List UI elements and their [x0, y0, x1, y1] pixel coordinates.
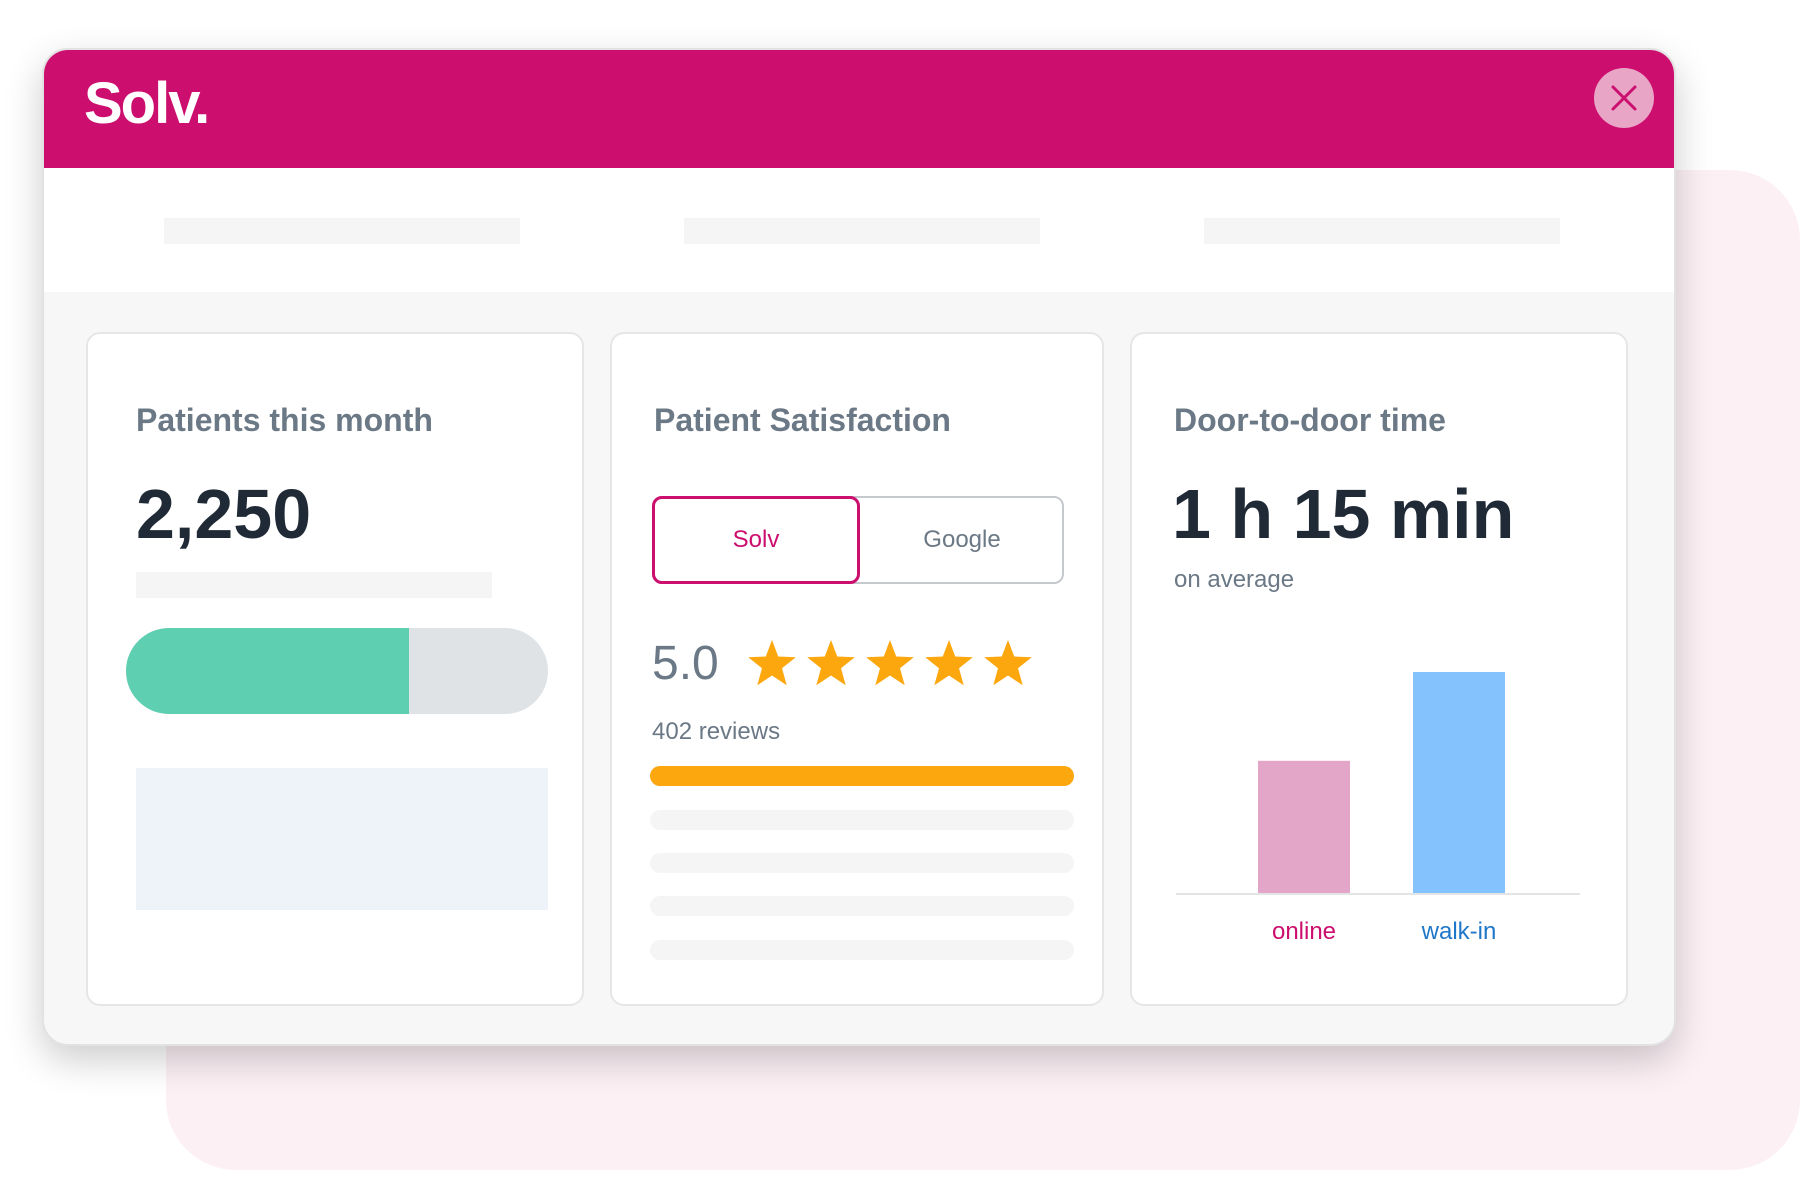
- patients-count: 2,250: [136, 475, 312, 553]
- nav-placeholder: [164, 218, 520, 244]
- door-time-chart: [1176, 672, 1580, 895]
- bar-online: [1258, 760, 1350, 894]
- tab-solv[interactable]: Solv: [652, 496, 860, 584]
- satisfaction-card: Patient Satisfaction Solv Google 5.0 402…: [610, 332, 1104, 1006]
- source-toggle: Solv Google: [652, 496, 1064, 584]
- tab-google[interactable]: Google: [860, 496, 1064, 584]
- nav-placeholder-bar: [44, 168, 1674, 292]
- star-icon: [984, 640, 1032, 686]
- star-icon: [925, 640, 973, 686]
- door-subtext: on average: [1174, 566, 1295, 593]
- star-icon: [748, 640, 796, 686]
- nav-placeholder: [684, 218, 1040, 244]
- bar-walk-in: [1413, 672, 1505, 894]
- star-rating: [748, 640, 1032, 686]
- content-placeholder: [136, 768, 548, 910]
- app-header: Solv.: [44, 50, 1674, 168]
- rating-bar-placeholder: [650, 940, 1074, 960]
- rating-bar-placeholder: [650, 853, 1074, 873]
- solv-logo: Solv.: [84, 71, 210, 136]
- rating-bar-highlight: [650, 766, 1074, 786]
- chart-label-walk-in: walk-in: [1421, 918, 1497, 945]
- patients-progress-bar: [126, 628, 548, 714]
- close-icon: [1611, 85, 1637, 111]
- patients-progress-fill: [126, 628, 409, 714]
- patients-card: Patients this month 2,250: [86, 332, 584, 1006]
- door-title: Door-to-door time: [1174, 402, 1446, 438]
- chart-label-online: online: [1271, 918, 1337, 945]
- star-icon: [807, 640, 855, 686]
- nav-placeholder: [1204, 218, 1560, 244]
- dashboard-window: Solv. Patients this month 2,250 Patient …: [42, 48, 1676, 1046]
- close-button[interactable]: [1594, 68, 1654, 128]
- rating-bar-placeholder: [650, 896, 1074, 916]
- reviews-count: 402 reviews: [652, 718, 781, 745]
- patients-title: Patients this month: [136, 402, 433, 438]
- star-icon: [866, 640, 914, 686]
- door-to-door-card: Door-to-door time 1 h 15 min on average …: [1130, 332, 1628, 1006]
- satisfaction-title: Patient Satisfaction: [654, 402, 951, 438]
- text-placeholder: [136, 572, 492, 598]
- rating-value: 5.0: [652, 637, 719, 690]
- door-time-value: 1 h 15 min: [1172, 475, 1515, 553]
- rating-bar-placeholder: [650, 810, 1074, 830]
